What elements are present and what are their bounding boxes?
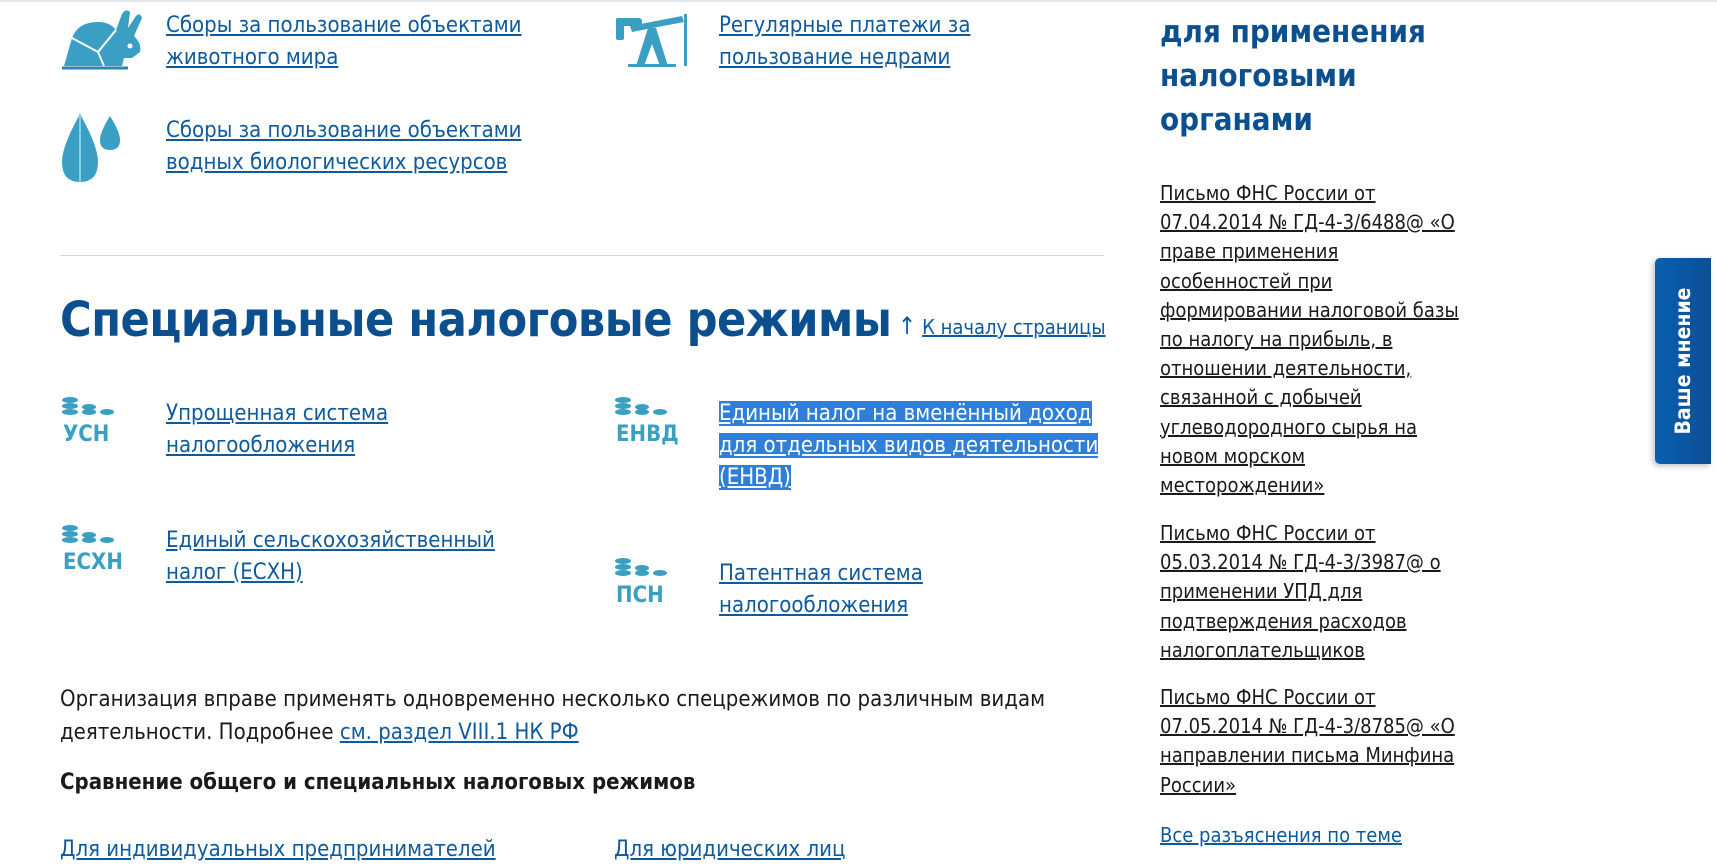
regime-abbr: ЕНВД — [616, 422, 679, 447]
rabbit-icon — [58, 8, 144, 76]
sidebar-heading: для применения налоговыми органами — [1160, 14, 1426, 138]
nk-section-link[interactable]: см. раздел VIII.1 НК РФ — [340, 720, 579, 745]
top-border — [0, 0, 1717, 2]
regime-abbr: ЕСХН — [63, 550, 123, 575]
fee-link-aquatic-text[interactable]: Сборы за пользование объектами водных био… — [166, 118, 522, 175]
section-divider — [60, 255, 1104, 256]
regimes-note-line1: Организация вправе применять одновременн… — [60, 687, 1046, 712]
fee-link-wildlife[interactable]: Сборы за пользование объектами животного … — [166, 10, 522, 74]
coins-icon — [62, 397, 114, 415]
fee-link-subsoil-text[interactable]: Регулярные платежи за пользование недрами — [719, 13, 970, 70]
regime-link-envd-text[interactable]: Единый налог на вменённый доход для отдел… — [719, 401, 1099, 490]
coins-icon — [615, 397, 667, 415]
feedback-tab[interactable]: Ваше мнение — [1655, 258, 1711, 464]
regime-abbr: ПСН — [616, 583, 664, 608]
psn-icon: ПСН — [614, 557, 684, 619]
all-explanations-label[interactable]: Все разъяснения по теме — [1160, 823, 1402, 847]
regimes-note: Организация вправе применять одновременн… — [60, 683, 1110, 749]
sidebar-letter-link[interactable]: Письмо ФНС России от 07.04.2014 № ГД-4-3/… — [1160, 179, 1480, 500]
feedback-tab-label: Ваше мнение — [1671, 287, 1695, 435]
regime-link-eskhn-text[interactable]: Единый сельскохозяйственный налог (ЕСХН) — [166, 528, 495, 585]
regime-link-eskhn[interactable]: Единый сельскохозяйственный налог (ЕСХН) — [166, 525, 495, 589]
water-drops-icon — [58, 112, 124, 188]
fee-link-wildlife-text[interactable]: Сборы за пользование объектами животного … — [166, 13, 522, 70]
regime-link-envd[interactable]: Единый налог на вменённый доход для отдел… — [719, 398, 1099, 494]
regimes-note-line2: деятельности. Подробнее — [60, 720, 340, 745]
regime-link-psn-text[interactable]: Патентная система налогообложения — [719, 561, 923, 618]
regime-abbr: УСН — [63, 422, 110, 447]
sidebar-letter-3[interactable]: Письмо ФНС России от 07.05.2014 № ГД-4-3/… — [1160, 685, 1455, 797]
to-top-link[interactable]: ↑ К началу страницы — [898, 312, 1106, 341]
to-top-label[interactable]: К началу страницы — [922, 315, 1106, 339]
oil-derrick-icon — [614, 10, 690, 72]
sidebar-letter-2[interactable]: Письмо ФНС России от 05.03.2014 № ГД-4-3/… — [1160, 521, 1441, 662]
coins-icon — [62, 525, 114, 543]
tab-individual-entrepreneurs[interactable]: Для индивидуальных предпринимателей — [60, 834, 496, 866]
regime-link-psn[interactable]: Патентная система налогообложения — [719, 558, 923, 622]
eskhn-icon: ЕСХН — [61, 524, 131, 586]
envd-icon: ЕНВД — [614, 396, 684, 458]
sidebar-letter-link[interactable]: Письмо ФНС России от 05.03.2014 № ГД-4-3/… — [1160, 519, 1480, 665]
tab-individual-entrepreneurs-label[interactable]: Для индивидуальных предпринимателей — [60, 837, 496, 862]
regime-link-usn-text[interactable]: Упрощенная система налогообложения — [166, 401, 388, 458]
compare-heading: Сравнение общего и специальных налоговых… — [60, 770, 696, 795]
all-explanations-link[interactable]: Все разъяснения по теме — [1160, 821, 1402, 849]
coins-icon — [615, 558, 667, 576]
tab-legal-entities[interactable]: Для юридических лиц — [614, 834, 846, 866]
sidebar-letter-link[interactable]: Письмо ФНС России от 07.05.2014 № ГД-4-3/… — [1160, 683, 1480, 800]
arrow-up-icon: ↑ — [898, 312, 917, 340]
fee-link-subsoil[interactable]: Регулярные платежи за пользование недрами — [719, 10, 970, 74]
sidebar-letter-1[interactable]: Письмо ФНС России от 07.04.2014 № ГД-4-3/… — [1160, 181, 1459, 497]
fee-link-aquatic[interactable]: Сборы за пользование объектами водных био… — [166, 115, 522, 179]
usn-icon: УСН — [61, 396, 131, 458]
tab-legal-entities-label[interactable]: Для юридических лиц — [614, 837, 846, 862]
section-title: Специальные налоговые режимы — [60, 292, 892, 348]
regime-link-usn[interactable]: Упрощенная система налогообложения — [166, 398, 388, 462]
